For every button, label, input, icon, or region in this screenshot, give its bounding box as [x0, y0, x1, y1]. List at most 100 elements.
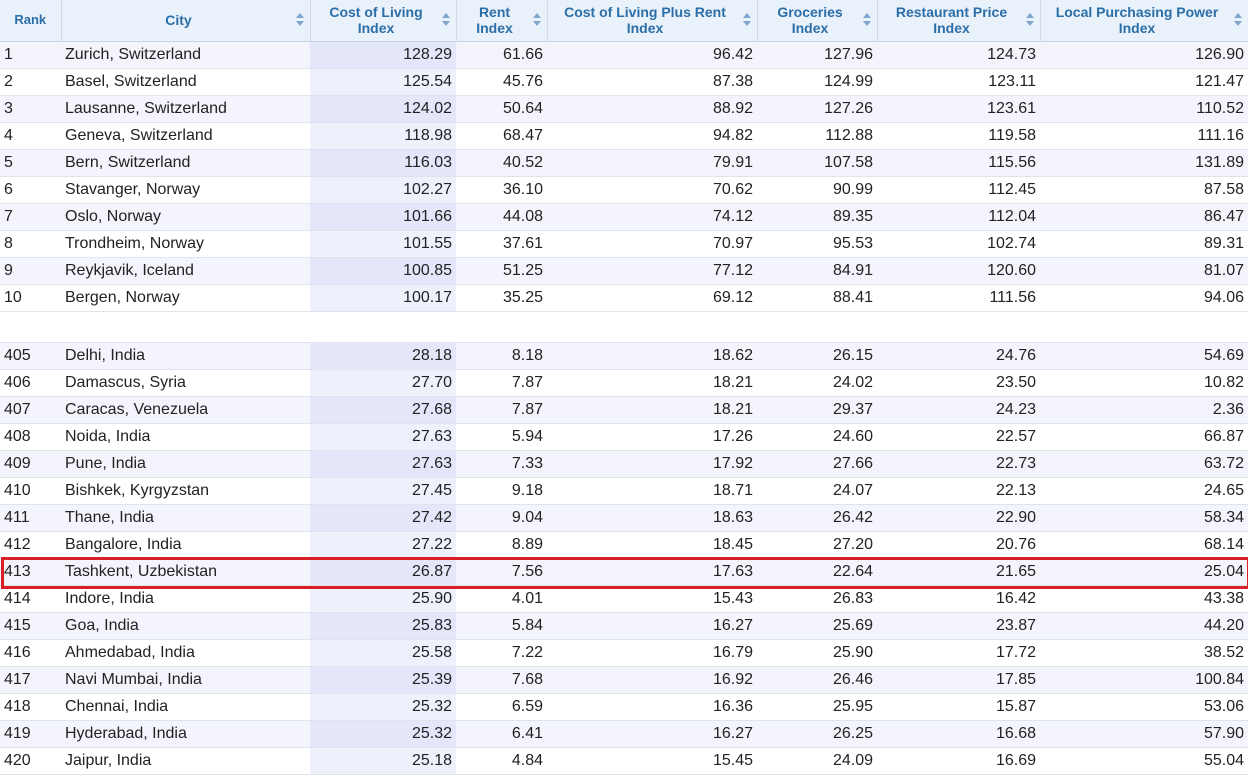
rank-cell: 419 [0, 720, 61, 748]
sort-icon[interactable] [532, 13, 541, 27]
cost-of-living-cell: 25.90 [310, 585, 456, 613]
city-cell: Reykjavik, Iceland [61, 257, 310, 285]
city-cell: Navi Mumbai, India [61, 666, 310, 694]
column-header-local-purchasing-power-index[interactable]: Local Purchasing Power Index [1040, 0, 1248, 42]
cost-of-living-plus-rent-cell: 70.97 [547, 230, 757, 258]
column-header-city[interactable]: City [61, 0, 311, 42]
sort-icon[interactable] [862, 13, 871, 27]
rank-cell: 415 [0, 612, 61, 640]
rent-cell: 45.76 [456, 68, 547, 96]
local-purchasing-power-cell: 44.20 [1040, 612, 1248, 640]
restaurant-price-cell: 20.76 [877, 531, 1040, 559]
groceries-cell: 24.07 [757, 477, 877, 505]
sort-icon[interactable] [1025, 13, 1034, 27]
city-cell: Bern, Switzerland [61, 149, 310, 177]
column-header-cost-of-living-plus-rent-index[interactable]: Cost of Living Plus Rent Index [547, 0, 758, 42]
cost-of-living-cell: 100.85 [310, 257, 456, 285]
cost-of-living-cell: 118.98 [310, 122, 456, 150]
column-header-restaurant-price-index[interactable]: Restaurant Price Index [877, 0, 1041, 42]
city-cell: Bishkek, Kyrgyzstan [61, 477, 310, 505]
table-row: 410 Bishkek, Kyrgyzstan 27.45 9.18 18.71 24.0… [0, 477, 1248, 505]
table-row: 412 Bangalore, India 27.22 8.89 18.45 27.20 20… [0, 531, 1248, 559]
rank-cell: 414 [0, 585, 61, 613]
column-header-rank: Rank [0, 0, 62, 42]
column-header-groceries-index[interactable]: Groceries Index [757, 0, 878, 42]
cost-of-living-cell: 124.02 [310, 95, 456, 123]
table-row: 411 Thane, India 27.42 9.04 18.63 26.42 22.90 5… [0, 504, 1248, 532]
rent-cell: 4.84 [456, 747, 547, 775]
table-row: 1 Zurich, Switzerland 128.29 61.66 96.42 127.… [0, 41, 1248, 69]
sort-icon[interactable] [441, 13, 450, 27]
restaurant-price-cell: 23.87 [877, 612, 1040, 640]
groceries-cell: 26.25 [757, 720, 877, 748]
local-purchasing-power-cell: 10.82 [1040, 369, 1248, 397]
groceries-cell: 26.83 [757, 585, 877, 613]
cost-of-living-cell: 101.66 [310, 203, 456, 231]
sort-icon[interactable] [1233, 13, 1242, 27]
city-cell: Oslo, Norway [61, 203, 310, 231]
table-row: 417 Navi Mumbai, India 25.39 7.68 16.92 26.46… [0, 666, 1248, 694]
local-purchasing-power-cell: 53.06 [1040, 693, 1248, 721]
rank-cell: 6 [0, 176, 61, 204]
cost-of-living-plus-rent-cell: 16.27 [547, 612, 757, 640]
local-purchasing-power-cell: 81.07 [1040, 257, 1248, 285]
table-row: 4 Geneva, Switzerland 118.98 68.47 94.82 112.… [0, 122, 1248, 150]
city-cell: Thane, India [61, 504, 310, 532]
cost-of-living-plus-rent-cell: 94.82 [547, 122, 757, 150]
column-header-rent-index[interactable]: Rent Index [456, 0, 548, 42]
local-purchasing-power-cell: 58.34 [1040, 504, 1248, 532]
local-purchasing-power-cell: 87.58 [1040, 176, 1248, 204]
rank-cell: 407 [0, 396, 61, 424]
restaurant-price-cell: 115.56 [877, 149, 1040, 177]
groceries-cell: 24.02 [757, 369, 877, 397]
column-header-cost-of-living-index[interactable]: Cost of Living Index [310, 0, 457, 42]
city-cell: Hyderabad, India [61, 720, 310, 748]
cost-of-living-cell: 100.17 [310, 284, 456, 312]
sort-icon[interactable] [295, 13, 304, 27]
groceries-cell: 26.15 [757, 342, 877, 370]
rank-cell: 1 [0, 41, 61, 69]
table-row: 419 Hyderabad, India 25.32 6.41 16.27 26.25 16… [0, 720, 1248, 748]
city-cell: Delhi, India [61, 342, 310, 370]
rent-cell: 5.94 [456, 423, 547, 451]
rent-cell: 6.59 [456, 693, 547, 721]
groceries-cell: 88.41 [757, 284, 877, 312]
table-row: 9 Reykjavik, Iceland 100.85 51.25 77.12 84.91… [0, 257, 1248, 285]
rank-cell: 417 [0, 666, 61, 694]
rent-cell: 7.68 [456, 666, 547, 694]
rank-cell: 10 [0, 284, 61, 312]
cost-of-living-cell: 27.22 [310, 531, 456, 559]
cost-of-living-cell: 27.63 [310, 450, 456, 478]
cost-of-living-cell: 25.32 [310, 693, 456, 721]
restaurant-price-cell: 123.11 [877, 68, 1040, 96]
local-purchasing-power-cell: 63.72 [1040, 450, 1248, 478]
cost-of-living-plus-rent-cell: 16.79 [547, 639, 757, 667]
sort-icon[interactable] [742, 13, 751, 27]
local-purchasing-power-cell: 126.90 [1040, 41, 1248, 69]
local-purchasing-power-cell: 25.04 [1040, 558, 1248, 586]
rent-cell: 61.66 [456, 41, 547, 69]
rent-cell: 7.22 [456, 639, 547, 667]
restaurant-price-cell: 17.72 [877, 639, 1040, 667]
local-purchasing-power-cell: 121.47 [1040, 68, 1248, 96]
groceries-cell: 27.20 [757, 531, 877, 559]
rank-cell: 408 [0, 423, 61, 451]
cost-of-living-cell: 27.42 [310, 504, 456, 532]
rent-cell: 7.87 [456, 369, 547, 397]
cost-of-living-plus-rent-cell: 88.92 [547, 95, 757, 123]
city-cell: Zurich, Switzerland [61, 41, 310, 69]
cost-of-living-plus-rent-cell: 17.26 [547, 423, 757, 451]
cost-of-living-cell: 25.39 [310, 666, 456, 694]
rank-cell: 7 [0, 203, 61, 231]
restaurant-price-cell: 22.13 [877, 477, 1040, 505]
rank-cell: 5 [0, 149, 61, 177]
local-purchasing-power-cell: 57.90 [1040, 720, 1248, 748]
table-row: 2 Basel, Switzerland 125.54 45.76 87.38 124.9… [0, 68, 1248, 96]
city-cell: Jaipur, India [61, 747, 310, 775]
rank-cell: 412 [0, 531, 61, 559]
city-cell: Tashkent, Uzbekistan [61, 558, 310, 586]
cost-of-living-plus-rent-cell: 16.27 [547, 720, 757, 748]
cost-of-living-plus-rent-cell: 16.92 [547, 666, 757, 694]
groceries-cell: 84.91 [757, 257, 877, 285]
table-row: 413 Tashkent, Uzbekistan 26.87 7.56 17.63 22.… [0, 558, 1248, 586]
